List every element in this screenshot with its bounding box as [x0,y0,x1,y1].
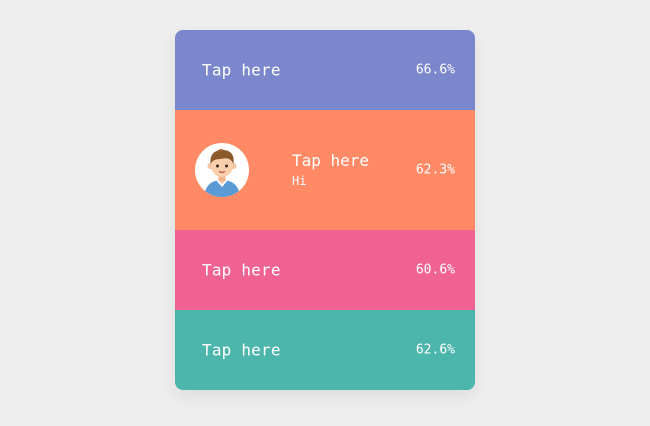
row-label: Tap here [292,151,370,170]
row-label: Tap here [202,340,281,360]
list-row-3[interactable]: Tap here 60.6% [175,230,475,310]
boy-avatar-icon [204,149,240,197]
list-row-1[interactable]: Tap here 66.6% [175,30,475,110]
row-percent: 60.6% [415,262,455,278]
row-subtitle: Hi [292,174,307,188]
row-percent: 66.6% [415,62,455,78]
row-label: Tap here [202,60,281,80]
row-percent: 62.3% [415,162,455,178]
list-row-2-expanded[interactable]: Tap here Hi 62.3% [175,110,475,230]
row-percent: 62.6% [415,342,455,358]
avatar [195,143,249,197]
row-text-block: Tap here Hi [292,151,370,189]
list-row-4[interactable]: Tap here 62.6% [175,310,475,390]
row-label: Tap here [202,260,281,280]
stats-card: Tap here 66.6% Tap here Hi 62.3% Tap her… [175,30,475,390]
